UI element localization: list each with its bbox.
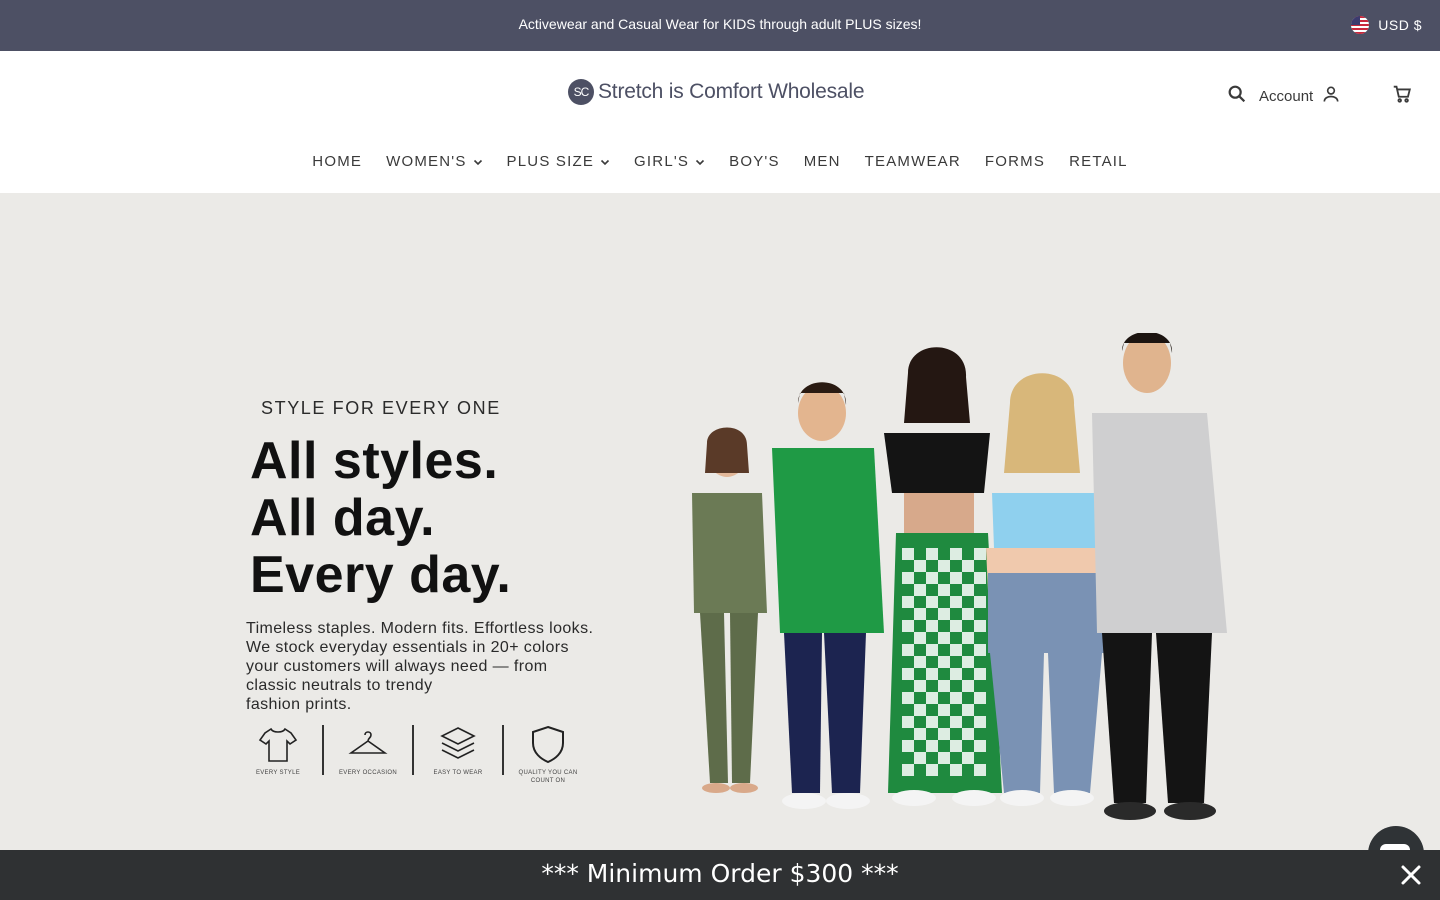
nav-label: HOME bbox=[312, 153, 363, 170]
account-label: Account bbox=[1259, 87, 1314, 105]
minimum-order-bar: *** Minimum Order $300 *** bbox=[0, 850, 1440, 900]
feature-icons-row: EVERY STYLE EVERY OCCASION EASY TO WEAR … bbox=[246, 723, 580, 785]
account-link[interactable]: Account bbox=[1259, 84, 1341, 108]
close-icon[interactable] bbox=[1400, 864, 1422, 886]
nav-label: GIRL'S bbox=[634, 153, 690, 170]
currency-selector[interactable]: USD $ bbox=[1351, 16, 1422, 34]
body-line: Timeless staples. Modern fits. Effortles… bbox=[246, 620, 594, 637]
main-nav: HOME WOMEN'S PLUS SIZE GIRL'S BOY'S MEN … bbox=[0, 153, 1440, 170]
nav-item-forms[interactable]: FORMS bbox=[985, 153, 1045, 170]
headline-line: Every day. bbox=[250, 546, 512, 604]
chevron-down-icon bbox=[600, 159, 610, 165]
feature-quality: QUALITY YOU CAN COUNT ON bbox=[516, 723, 580, 785]
logo-mark: SC bbox=[568, 79, 594, 105]
hero-body-copy: Timeless staples. Modern fits. Effortles… bbox=[246, 619, 666, 714]
nav-item-womens[interactable]: WOMEN'S bbox=[386, 153, 482, 170]
feature-every-style: EVERY STYLE bbox=[246, 723, 310, 777]
feature-label: EVERY STYLE bbox=[255, 770, 301, 776]
feature-divider bbox=[502, 725, 504, 775]
hero-models-image bbox=[692, 333, 1227, 820]
hero-headline: All styles. All day. Every day. bbox=[250, 433, 511, 604]
nav-label: TEAMWEAR bbox=[864, 153, 961, 170]
nav-item-plus-size[interactable]: PLUS SIZE bbox=[507, 153, 611, 170]
model-woman-jeans bbox=[986, 373, 1104, 806]
nav-item-girls[interactable]: GIRL'S bbox=[634, 153, 705, 170]
announcement-bar: Activewear and Casual Wear for KIDS thro… bbox=[0, 0, 1440, 51]
feature-every-occasion: EVERY OCCASION bbox=[336, 723, 400, 777]
nav-item-boys[interactable]: BOY'S bbox=[729, 153, 780, 170]
feature-easy-to-wear: EASY TO WEAR bbox=[426, 723, 490, 777]
feature-label: EASY TO WEAR bbox=[433, 770, 483, 776]
layers-icon bbox=[440, 727, 476, 759]
model-girl bbox=[692, 427, 767, 793]
site-logo[interactable]: SC Stretch is Comfort Wholesale bbox=[568, 79, 865, 105]
nav-label: RETAIL bbox=[1069, 153, 1128, 170]
feature-label: QUALITY YOU CAN COUNT ON bbox=[518, 770, 578, 784]
user-icon bbox=[1321, 84, 1341, 108]
nav-label: PLUS SIZE bbox=[506, 153, 595, 170]
nav-label: WOMEN'S bbox=[386, 153, 467, 170]
nav-item-men[interactable]: MEN bbox=[804, 153, 841, 170]
nav-item-retail[interactable]: RETAIL bbox=[1069, 153, 1128, 170]
shield-icon bbox=[532, 725, 564, 764]
feature-divider bbox=[322, 725, 324, 775]
hanger-icon bbox=[348, 731, 388, 754]
model-man bbox=[1092, 333, 1227, 820]
feature-divider bbox=[412, 725, 414, 775]
announcement-text: Activewear and Casual Wear for KIDS thro… bbox=[518, 16, 922, 32]
hero-eyebrow: STYLE FOR EVERY ONE bbox=[261, 398, 501, 418]
chevron-down-icon bbox=[696, 159, 705, 165]
search-icon[interactable] bbox=[1226, 83, 1248, 105]
body-line: classic neutrals to trendy bbox=[246, 677, 433, 694]
nav-label: BOY'S bbox=[729, 153, 780, 170]
site-header: SC Stretch is Comfort Wholesale Account … bbox=[0, 51, 1440, 193]
hero-banner[interactable]: STYLE FOR EVERY ONE All styles. All day.… bbox=[0, 193, 1440, 850]
nav-label: MEN bbox=[803, 153, 841, 170]
body-line: fashion prints. bbox=[246, 696, 352, 713]
currency-label: USD $ bbox=[1378, 17, 1422, 33]
logo-text: Stretch is Comfort Wholesale bbox=[598, 80, 865, 103]
headline-line: All styles. bbox=[250, 432, 499, 490]
nav-label: FORMS bbox=[984, 153, 1046, 170]
body-line: We stock everyday essentials in 20+ colo… bbox=[246, 639, 569, 656]
minimum-order-text: *** Minimum Order $300 *** bbox=[541, 859, 899, 888]
us-flag-icon bbox=[1351, 16, 1370, 34]
chevron-down-icon bbox=[473, 159, 482, 165]
cart-icon[interactable] bbox=[1391, 83, 1413, 105]
nav-item-home[interactable]: HOME bbox=[312, 153, 362, 170]
model-boy bbox=[772, 382, 884, 809]
tshirt-icon bbox=[258, 727, 298, 762]
model-woman-checkered bbox=[884, 347, 1002, 806]
nav-item-teamwear[interactable]: TEAMWEAR bbox=[865, 153, 961, 170]
body-line: your customers will always need — from bbox=[246, 658, 548, 675]
feature-label: EVERY OCCASION bbox=[339, 770, 397, 776]
headline-line: All day. bbox=[250, 489, 436, 547]
